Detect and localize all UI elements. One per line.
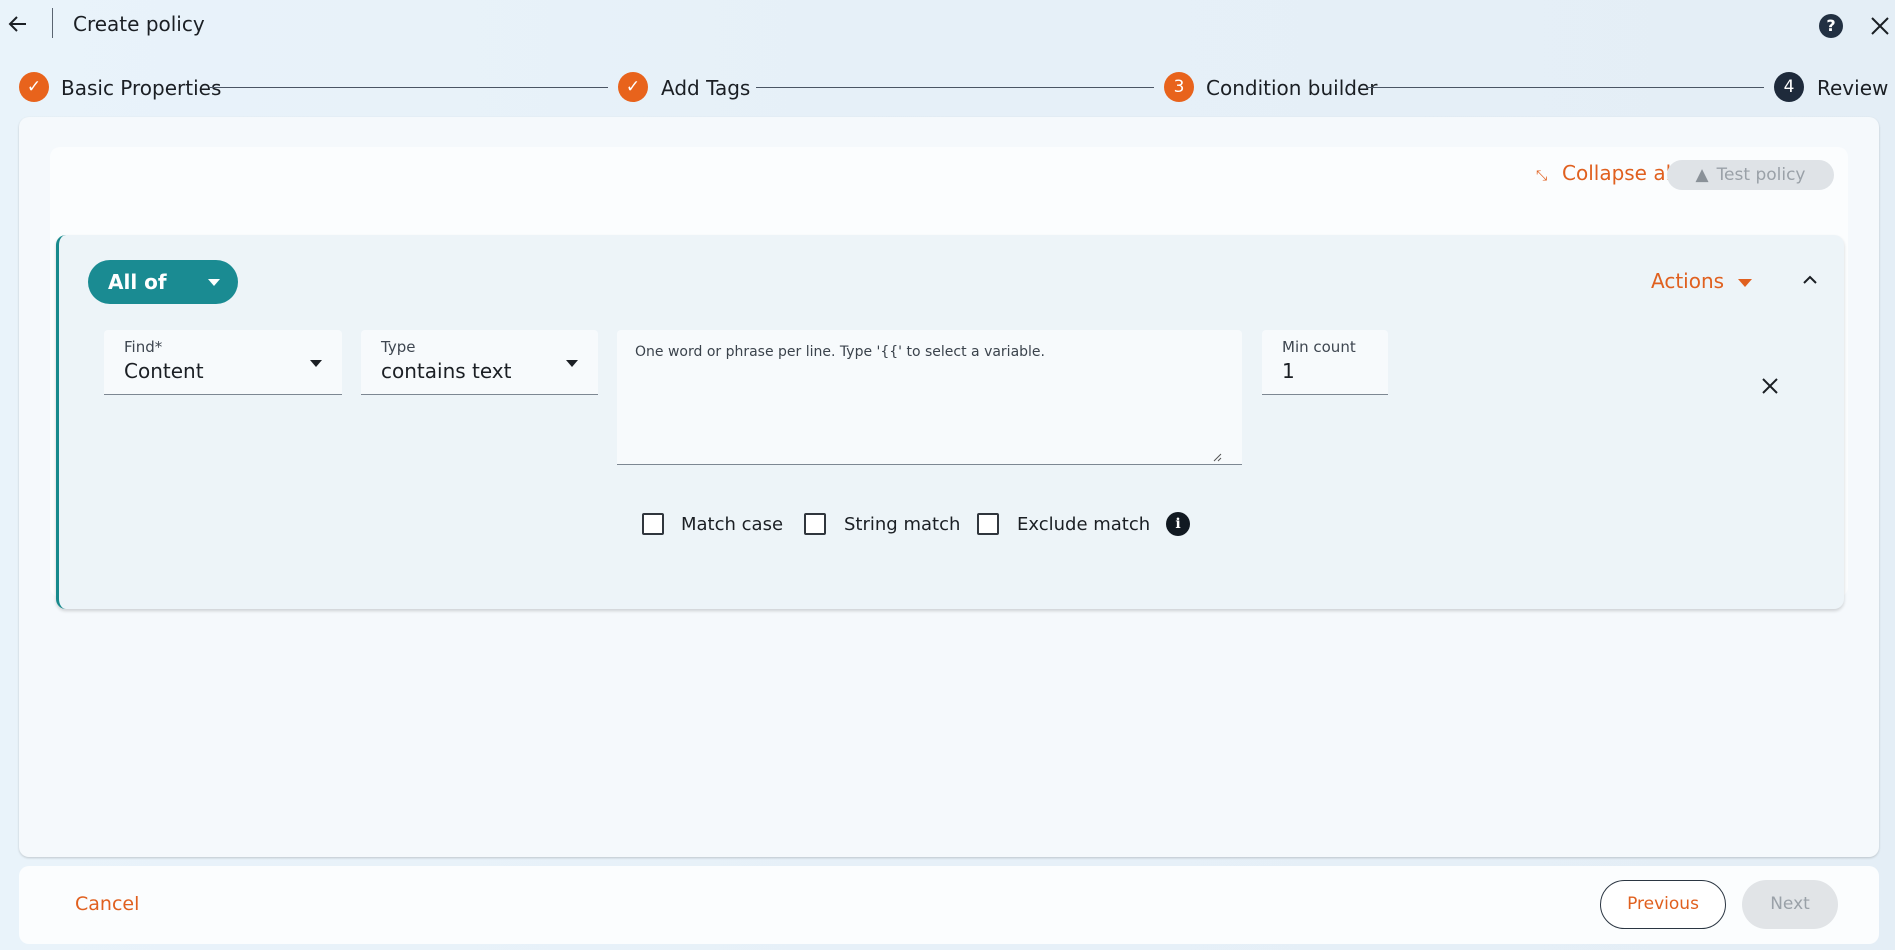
header-bar: Create policy ? xyxy=(0,0,1895,52)
phrases-textarea[interactable] xyxy=(617,330,1242,464)
match-case-checkbox[interactable] xyxy=(642,513,664,535)
back-arrow-icon[interactable] xyxy=(6,12,30,36)
test-policy-button[interactable]: ▲ Test policy xyxy=(1667,160,1834,190)
find-select[interactable]: Find* Content xyxy=(104,330,342,395)
step-1-label: Basic Properties xyxy=(61,76,222,100)
caret-down-icon xyxy=(310,360,322,367)
find-value: Content xyxy=(124,359,204,383)
step-3-label: Condition builder xyxy=(1206,76,1378,100)
collapse-all-button[interactable]: ⤡ Collapse all xyxy=(1536,161,1677,185)
string-match-checkbox[interactable] xyxy=(804,513,826,535)
step-4-number: 4 xyxy=(1774,72,1804,102)
type-select[interactable]: Type contains text xyxy=(361,330,598,395)
type-value: contains text xyxy=(381,359,512,383)
phrases-textarea-container xyxy=(617,330,1242,465)
operator-dropdown[interactable]: All of xyxy=(88,260,238,304)
chevron-up-icon[interactable] xyxy=(1799,269,1821,291)
stepper: ✓ Basic Properties ✓ Add Tags 3 Conditio… xyxy=(0,70,1895,104)
step-1-check-icon: ✓ xyxy=(19,72,49,102)
exclude-match-label: Exclude match xyxy=(1017,514,1151,535)
operator-label: All of xyxy=(108,270,167,294)
header-divider xyxy=(52,8,53,38)
previous-button[interactable]: Previous xyxy=(1600,880,1726,929)
main-card: ⤡ Collapse all ▲ Test policy All of Action… xyxy=(19,117,1879,857)
match-case-label: Match case xyxy=(681,514,784,535)
step-connector xyxy=(210,87,608,88)
min-count-value: 1 xyxy=(1282,359,1295,383)
close-icon[interactable] xyxy=(1869,15,1891,37)
actions-menu-button[interactable]: Actions xyxy=(1651,269,1753,293)
condition-builder-card: ⤡ Collapse all ▲ Test policy All of Action… xyxy=(50,147,1848,609)
page-title: Create policy xyxy=(73,12,205,36)
exclude-match-checkbox[interactable] xyxy=(977,513,999,535)
step-connector xyxy=(1366,87,1764,88)
min-count-label: Min count xyxy=(1282,338,1356,356)
test-policy-label: Test policy xyxy=(1716,165,1806,185)
resize-grip-icon[interactable] xyxy=(1212,452,1222,462)
step-3-number: 3 xyxy=(1164,72,1194,102)
step-2-label: Add Tags xyxy=(661,76,751,100)
string-match-label: String match xyxy=(844,514,961,535)
next-button[interactable]: Next xyxy=(1742,880,1838,929)
caret-down-icon xyxy=(566,360,578,367)
find-label: Find* xyxy=(124,338,163,356)
caret-down-icon xyxy=(1738,278,1753,287)
caret-down-icon xyxy=(208,279,220,286)
step-connector xyxy=(756,87,1154,88)
help-icon[interactable]: ? xyxy=(1819,14,1843,38)
footer-bar: Cancel Previous Next xyxy=(19,866,1879,944)
remove-condition-icon[interactable] xyxy=(1759,375,1781,397)
type-label: Type xyxy=(381,338,416,356)
step-2-check-icon: ✓ xyxy=(618,72,648,102)
info-icon[interactable]: i xyxy=(1166,512,1190,536)
step-4-label: Review xyxy=(1817,76,1889,100)
collapse-all-label: Collapse all xyxy=(1562,161,1677,185)
min-count-input[interactable]: Min count 1 xyxy=(1262,330,1388,395)
flask-icon: ▲ xyxy=(1695,165,1709,185)
collapse-icon: ⤡ xyxy=(1536,168,1548,184)
condition-group: All of Actions Find* Content Type contai… xyxy=(56,235,1844,609)
cancel-button[interactable]: Cancel xyxy=(75,893,139,915)
match-options: Match case String match Exclude match i xyxy=(59,509,1847,537)
actions-label: Actions xyxy=(1651,269,1725,293)
